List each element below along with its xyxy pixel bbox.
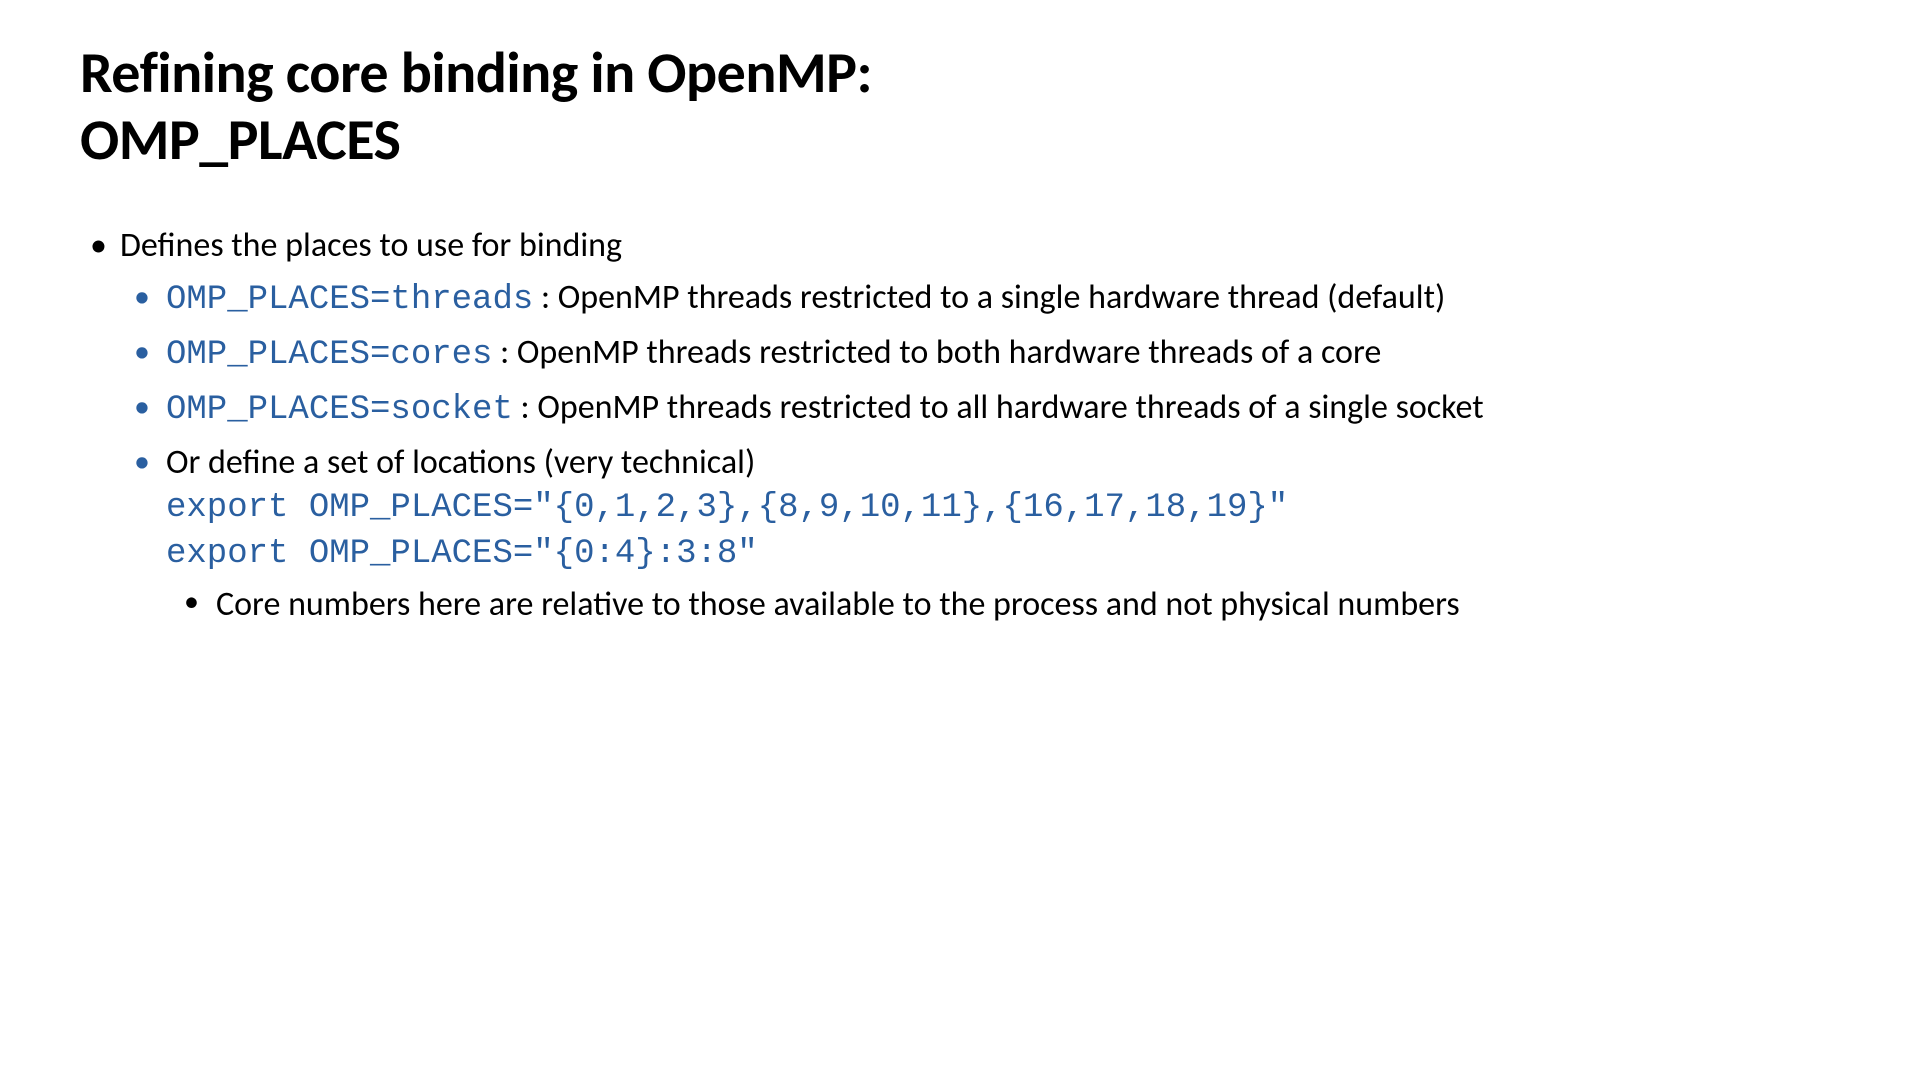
code-omp-threads: OMP_PLACES=threads bbox=[166, 281, 533, 319]
bullet-list-level3: Core numbers here are relative to those … bbox=[166, 582, 1840, 628]
bullet-list-level1: Defines the places to use for binding OM… bbox=[80, 223, 1840, 627]
title-line-1: Refining core binding in OpenMP: bbox=[80, 37, 872, 108]
bullet-core-numbers-note: Core numbers here are relative to those … bbox=[166, 582, 1840, 628]
text-custom-locations: Or define a set of locations (very techn… bbox=[166, 442, 755, 483]
code-omp-socket: OMP_PLACES=socket bbox=[166, 391, 513, 429]
text-cores-desc: : OpenMP threads restricted to both hard… bbox=[492, 332, 1381, 373]
bullet-custom-locations: Or define a set of locations (very techn… bbox=[120, 440, 1840, 628]
text-core-numbers-note: Core numbers here are relative to those … bbox=[216, 584, 1460, 625]
bullet-threads: OMP_PLACES=threads : OpenMP threads rest… bbox=[120, 275, 1840, 324]
bullet-list-level2: OMP_PLACES=threads : OpenMP threads rest… bbox=[120, 275, 1840, 627]
bullet-main: Defines the places to use for binding OM… bbox=[80, 223, 1840, 627]
text-socket-desc: : OpenMP threads restricted to all hardw… bbox=[513, 387, 1484, 428]
bullet-main-text: Defines the places to use for binding bbox=[120, 225, 622, 266]
code-omp-cores: OMP_PLACES=cores bbox=[166, 336, 492, 374]
title-line-2: OMP_PLACES bbox=[80, 104, 400, 175]
slide-title: Refining core binding in OpenMP: OMP_PLA… bbox=[80, 40, 1840, 173]
bullet-cores: OMP_PLACES=cores : OpenMP threads restri… bbox=[120, 330, 1840, 379]
bullet-socket: OMP_PLACES=socket : OpenMP threads restr… bbox=[120, 385, 1840, 434]
text-threads-desc: : OpenMP threads restricted to a single … bbox=[533, 277, 1445, 318]
code-export-explicit: export OMP_PLACES="{0,1,2,3},{8,9,10,11}… bbox=[166, 486, 1840, 532]
code-export-range: export OMP_PLACES="{0:4}:3:8" bbox=[166, 532, 1840, 578]
slide-content: Defines the places to use for binding OM… bbox=[80, 223, 1840, 627]
